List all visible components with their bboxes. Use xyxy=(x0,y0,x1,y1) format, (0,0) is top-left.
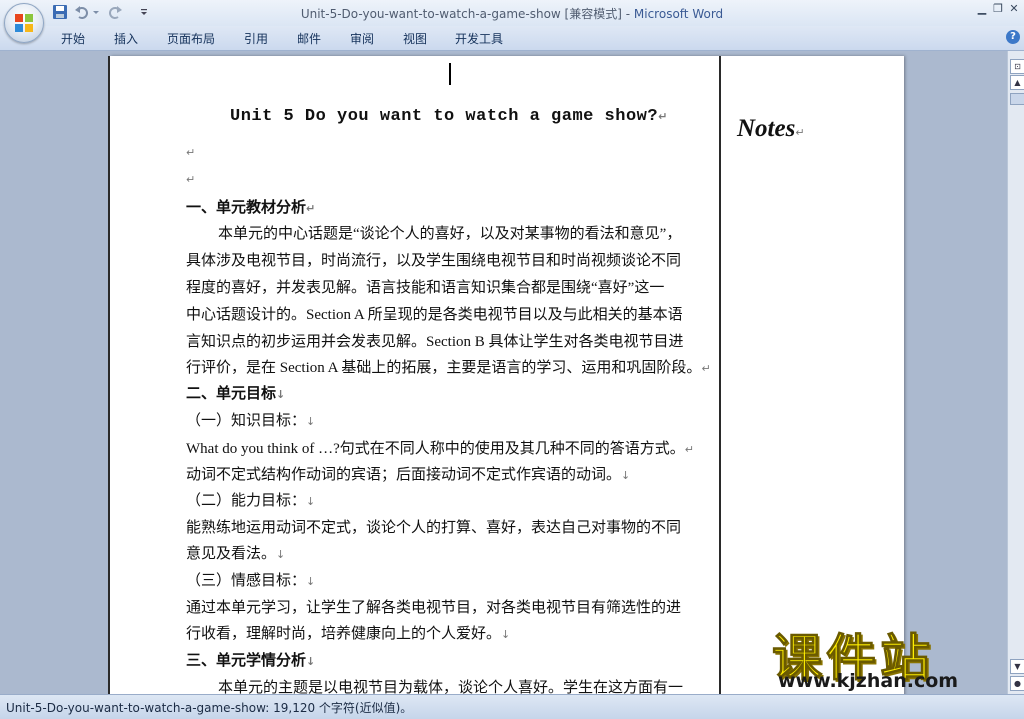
text-cursor xyxy=(449,63,451,85)
paragraph-mark: ↵ xyxy=(186,173,196,186)
notes-column-divider xyxy=(719,56,721,694)
document-name: Unit-5-Do-you-want-to-watch-a-game-show … xyxy=(300,7,634,21)
status-bar: Unit-5-Do-you-want-to-watch-a-game-show:… xyxy=(0,694,1024,719)
office-logo-icon xyxy=(15,14,33,32)
body-line: 动词不定式结构作动词的宾语；后面接动词不定式作宾语的动词。↓ xyxy=(186,467,631,483)
tab-home[interactable]: 开始 xyxy=(61,30,85,47)
body-line: 行评价，是在 Section A 基础上的拓展，主要是语言的学习、运用和巩固阶段… xyxy=(186,360,711,376)
body-line: 程度的喜好，并发表见解。语言技能和语言知识集合都是围绕“喜好”这一 xyxy=(186,280,665,296)
body-line: 通过本单元学习，让学生了解各类电视节目，对各类电视节目有筛选性的进 xyxy=(186,600,682,616)
tab-review[interactable]: 审阅 xyxy=(350,30,374,47)
ruler-toggle-icon[interactable]: ⊡ xyxy=(1010,59,1024,74)
vertical-scrollbar[interactable]: ⊡ ▲ ▼ ● xyxy=(1007,51,1024,694)
tab-mailings[interactable]: 邮件 xyxy=(297,30,321,47)
app-name: Microsoft Word xyxy=(633,7,724,21)
paragraph-mark: ↵ xyxy=(186,146,196,159)
title-bar: Unit-5-Do-you-want-to-watch-a-game-show … xyxy=(0,0,1024,26)
help-icon[interactable]: ? xyxy=(1006,30,1020,44)
watermark-url: www.kjzhan.com xyxy=(778,670,959,692)
status-text: Unit-5-Do-you-want-to-watch-a-game-show:… xyxy=(6,701,413,715)
tab-insert[interactable]: 插入 xyxy=(114,30,138,47)
section-heading: 二、单元目标↓ xyxy=(186,386,286,402)
tab-references[interactable]: 引用 xyxy=(244,30,268,47)
notes-label: Notes↵ xyxy=(737,115,805,142)
section-heading: 三、单元学情分析↓ xyxy=(186,653,316,669)
body-line: 意见及看法。↓ xyxy=(186,546,286,562)
subsection-heading: （一）知识目标：↓ xyxy=(186,413,316,429)
document-workspace: Unit 5 Do you want to watch a game show?… xyxy=(0,51,1007,694)
browse-object-icon[interactable]: ● xyxy=(1010,676,1024,691)
watermark: 课件站 www.kjzhan.com xyxy=(772,618,1006,694)
document-title: Unit 5 Do you want to watch a game show?… xyxy=(230,107,668,126)
body-line: 行收看，理解时尚，培养健康向上的个人爱好。↓ xyxy=(186,626,511,642)
tab-view[interactable]: 视图 xyxy=(403,30,427,47)
redo-icon[interactable] xyxy=(107,4,123,20)
body-line: 中心话题设计的。Section A 所呈现的是各类电视节目以及与此相关的基本语 xyxy=(186,307,683,323)
restore-icon[interactable]: ❐ xyxy=(991,2,1005,16)
tab-developer[interactable]: 开发工具 xyxy=(455,30,503,47)
undo-dropdown-icon[interactable] xyxy=(92,4,100,20)
scroll-thumb[interactable] xyxy=(1010,93,1024,105)
window-title: Unit-5-Do-you-want-to-watch-a-game-show … xyxy=(0,5,1024,22)
subsection-heading: （二）能力目标：↓ xyxy=(186,493,316,509)
save-icon[interactable] xyxy=(52,4,68,20)
body-line: 本单元的中心话题是“谈论个人的喜好，以及对某事物的看法和意见”， xyxy=(218,226,682,242)
body-line: 能熟练地运用动词不定式，谈论个人的打算、喜好，表达自己对事物的不同 xyxy=(186,520,682,536)
body-line: 言知识点的初步运用并会发表见解。Section B 具体让学生对各类电视节目进 xyxy=(186,334,684,350)
minimize-icon[interactable]: ▁ xyxy=(975,2,989,16)
customize-icon[interactable] xyxy=(139,4,149,20)
office-button[interactable] xyxy=(4,3,44,43)
body-line: 具体涉及电视节目，时尚流行，以及学生围绕电视节目和时尚视频谈论不同 xyxy=(186,253,682,269)
page-border xyxy=(108,56,110,694)
tab-page-layout[interactable]: 页面布局 xyxy=(167,30,215,47)
scroll-down-icon[interactable]: ▼ xyxy=(1010,659,1024,674)
body-line: 本单元的主题是以电视节目为载体，谈论个人喜好。学生在这方面有一 xyxy=(218,680,684,694)
ribbon-tabs: 开始 插入 页面布局 引用 邮件 审阅 视图 开发工具 xyxy=(0,26,1024,51)
undo-icon[interactable] xyxy=(74,4,90,20)
scroll-up-icon[interactable]: ▲ xyxy=(1010,75,1024,90)
close-icon[interactable]: ✕ xyxy=(1007,2,1021,16)
subsection-heading: （三）情感目标：↓ xyxy=(186,573,316,589)
section-heading: 一、单元教材分析↵ xyxy=(186,200,316,216)
body-line: What do you think of …?句式在不同人称中的使用及其几种不同… xyxy=(186,441,694,457)
